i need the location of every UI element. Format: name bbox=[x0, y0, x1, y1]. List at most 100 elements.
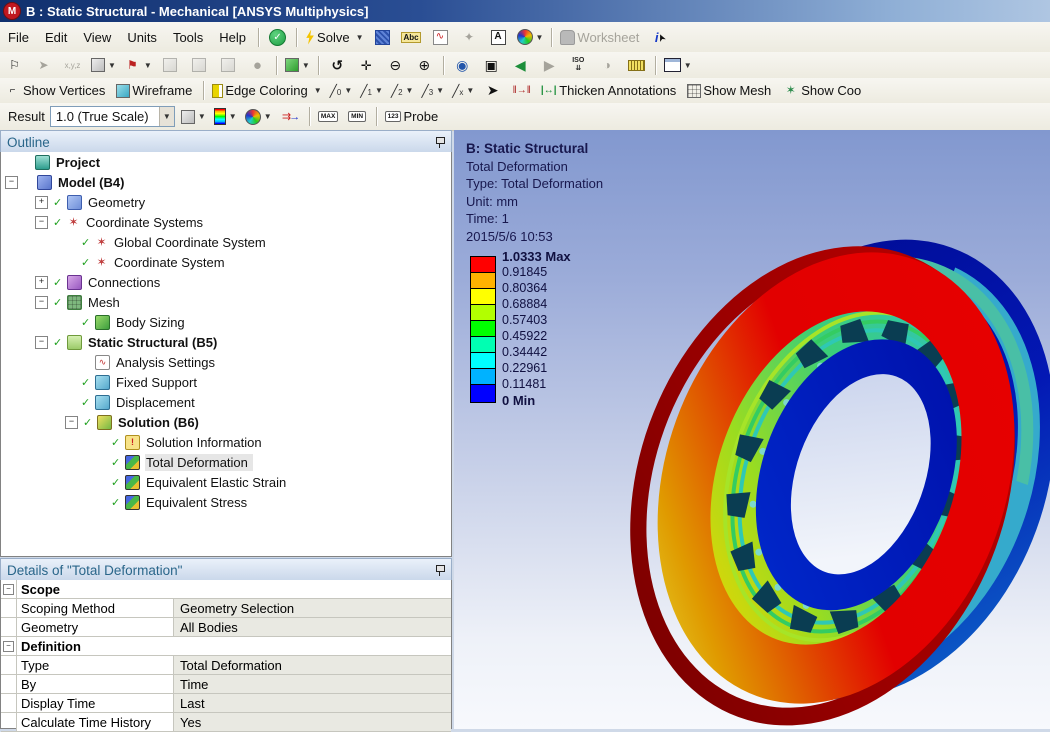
property-value[interactable]: Geometry Selection bbox=[174, 599, 451, 617]
tree-item-connections[interactable]: +✓Connections bbox=[1, 272, 451, 292]
tree-item-label[interactable]: Body Sizing bbox=[115, 314, 190, 331]
edge-direction-1-button[interactable]: ╱1▼ bbox=[357, 79, 386, 102]
tree-item-label[interactable]: Equivalent Stress bbox=[145, 494, 252, 511]
tree-item-solution-b6[interactable]: −✓Solution (B6) bbox=[1, 412, 451, 432]
collapse-icon[interactable]: − bbox=[5, 176, 18, 189]
probe-button[interactable]: 123 Probe bbox=[382, 105, 445, 128]
geometry-viewport[interactable]: B: Static Structural Total Deformation T… bbox=[454, 130, 1050, 729]
property-value[interactable]: Yes bbox=[174, 713, 451, 731]
tree-item-label[interactable]: Static Structural (B5) bbox=[87, 334, 222, 351]
show-vertices-button[interactable]: ⌐ Show Vertices bbox=[1, 79, 111, 102]
box-zoom-icon[interactable]: ▣ bbox=[478, 54, 505, 77]
property-value[interactable]: Total Deformation bbox=[174, 656, 451, 674]
menu-view[interactable]: View bbox=[75, 27, 119, 48]
tree-item-static-structural-b5[interactable]: −✓Static Structural (B5) bbox=[1, 332, 451, 352]
contour-bands-button[interactable]: ▼ bbox=[211, 105, 240, 128]
tree-item-coordinate-system[interactable]: ✓✶Coordinate System bbox=[1, 252, 451, 272]
select-mode-button[interactable]: ▼ bbox=[88, 54, 119, 77]
pin-icon[interactable] bbox=[435, 136, 445, 149]
tree-item-label[interactable]: Displacement bbox=[115, 394, 200, 411]
tree-item-label[interactable]: Equivalent Elastic Strain bbox=[145, 474, 291, 491]
edge-direction-3-button[interactable]: ╱3▼ bbox=[418, 79, 447, 102]
tree-item-fixed-support[interactable]: ✓Fixed Support bbox=[1, 372, 451, 392]
tree-item-label[interactable]: Model (B4) bbox=[57, 174, 129, 191]
menu-edit[interactable]: Edit bbox=[37, 27, 75, 48]
edge-direction-2-button[interactable]: ╱2▼ bbox=[388, 79, 417, 102]
collapse-icon[interactable]: − bbox=[35, 296, 48, 309]
min-annotation-button[interactable]: MIN bbox=[344, 105, 371, 128]
selection-information-button[interactable]: i ➤ bbox=[647, 26, 674, 49]
menu-file[interactable]: File bbox=[0, 27, 37, 48]
collapse-icon[interactable]: − bbox=[35, 216, 48, 229]
property-value[interactable]: All Bodies bbox=[174, 618, 451, 636]
select-labels-icon[interactable]: ⚐ bbox=[1, 54, 28, 77]
new-annotation-icon[interactable]: Abc bbox=[398, 26, 425, 49]
annotation-spacing-icon[interactable]: ‖→‖ bbox=[508, 79, 535, 102]
geometry-display-button[interactable]: ▼ bbox=[178, 105, 209, 128]
tree-item-label[interactable]: Global Coordinate System bbox=[113, 234, 271, 251]
tree-item-label[interactable]: Connections bbox=[87, 274, 165, 291]
max-annotation-button[interactable]: MAX bbox=[315, 105, 342, 128]
tree-item-label[interactable]: Coordinate System bbox=[113, 254, 230, 271]
tree-item-global-coordinate-system[interactable]: ✓✶Global Coordinate System bbox=[1, 232, 451, 252]
collapse-icon[interactable]: − bbox=[3, 584, 14, 595]
tree-item-label[interactable]: Project bbox=[55, 154, 105, 171]
edge-direction-x-button[interactable]: ╱x▼ bbox=[449, 79, 477, 102]
iso-view-icon[interactable]: ISO⇊ bbox=[565, 54, 592, 77]
edge-direction-0-button[interactable]: ╱0▼ bbox=[327, 79, 356, 102]
tree-item-equivalent-stress[interactable]: ✓Equivalent Stress bbox=[1, 492, 451, 512]
chevron-down-icon[interactable]: ▼ bbox=[159, 107, 174, 126]
tree-item-label[interactable]: Fixed Support bbox=[115, 374, 202, 391]
zoom-fit-icon[interactable]: ◉ bbox=[449, 54, 476, 77]
menu-tools[interactable]: Tools bbox=[165, 27, 211, 48]
edge-coloring-button[interactable]: Edge Coloring ▼ bbox=[209, 79, 324, 102]
tree-item-label[interactable]: Total Deformation bbox=[145, 454, 253, 471]
outline-tree[interactable]: Project−Model (B4)+✓Geometry−✓✶Coordinat… bbox=[0, 152, 452, 557]
new-chart-icon[interactable]: ∿ bbox=[427, 26, 454, 49]
result-scale-combobox[interactable]: 1.0 (True Scale) ▼ bbox=[50, 106, 175, 127]
rotate-icon[interactable]: ↺ bbox=[324, 54, 351, 77]
collapse-icon[interactable]: − bbox=[3, 641, 14, 652]
tree-item-mesh[interactable]: −✓Mesh bbox=[1, 292, 451, 312]
menu-help[interactable]: Help bbox=[211, 27, 254, 48]
thicken-annotations-button[interactable]: |↔| Thicken Annotations bbox=[537, 79, 682, 102]
tree-item-label[interactable]: Coordinate Systems bbox=[85, 214, 208, 231]
solve-button[interactable]: Solve ▼ bbox=[302, 26, 366, 49]
show-mesh-button[interactable]: Show Mesh bbox=[684, 79, 777, 102]
tree-item-body-sizing[interactable]: ✓Body Sizing bbox=[1, 312, 451, 332]
tree-item-label[interactable]: Solution (B6) bbox=[117, 414, 204, 431]
explode-arrow-icon[interactable]: ➤ bbox=[479, 79, 506, 102]
tree-item-analysis-settings[interactable]: ∿Analysis Settings bbox=[1, 352, 451, 372]
tree-item-equivalent-elastic-strain[interactable]: ✓Equivalent Elastic Strain bbox=[1, 472, 451, 492]
collapse-icon[interactable]: − bbox=[35, 336, 48, 349]
viewports-button[interactable]: ▼ bbox=[661, 54, 695, 77]
ruler-icon[interactable] bbox=[623, 54, 650, 77]
wireframe-button[interactable]: Wireframe bbox=[113, 79, 198, 102]
tree-item-label[interactable]: Geometry bbox=[87, 194, 150, 211]
expand-icon[interactable]: + bbox=[35, 196, 48, 209]
vector-display-icon[interactable]: ⇉→ bbox=[277, 105, 304, 128]
select-cursor-button[interactable]: ⚑▼ bbox=[121, 54, 155, 77]
tree-item-label[interactable]: Mesh bbox=[87, 294, 125, 311]
tree-item-model-b4[interactable]: − Model (B4) bbox=[1, 172, 451, 192]
contour-display-button[interactable]: ▼ bbox=[242, 105, 275, 128]
new-analysis-icon[interactable] bbox=[369, 26, 396, 49]
pan-icon[interactable]: ✛ bbox=[353, 54, 380, 77]
previous-view-icon[interactable]: ◀ bbox=[507, 54, 534, 77]
rotate-mode-button[interactable]: ▼ bbox=[282, 54, 313, 77]
show-coordinate-systems-button[interactable]: ✶ Show Coo bbox=[779, 79, 867, 102]
tree-item-total-deformation[interactable]: ✓Total Deformation bbox=[1, 452, 451, 472]
expand-icon[interactable]: + bbox=[35, 276, 48, 289]
tree-item-project[interactable]: Project bbox=[1, 152, 451, 172]
zoom-in-icon[interactable]: ⊕ bbox=[411, 54, 438, 77]
menu-units[interactable]: Units bbox=[119, 27, 165, 48]
tree-item-solution-information[interactable]: ✓!Solution Information bbox=[1, 432, 451, 452]
comment-icon[interactable]: A bbox=[485, 26, 512, 49]
tree-item-coordinate-systems[interactable]: −✓✶Coordinate Systems bbox=[1, 212, 451, 232]
collapse-icon[interactable]: − bbox=[65, 416, 78, 429]
tree-item-label[interactable]: Solution Information bbox=[145, 434, 267, 451]
tree-item-displacement[interactable]: ✓Displacement bbox=[1, 392, 451, 412]
image-capture-icon[interactable]: ▼ bbox=[514, 26, 547, 49]
property-value[interactable]: Time bbox=[174, 675, 451, 693]
property-value[interactable]: Last bbox=[174, 694, 451, 712]
